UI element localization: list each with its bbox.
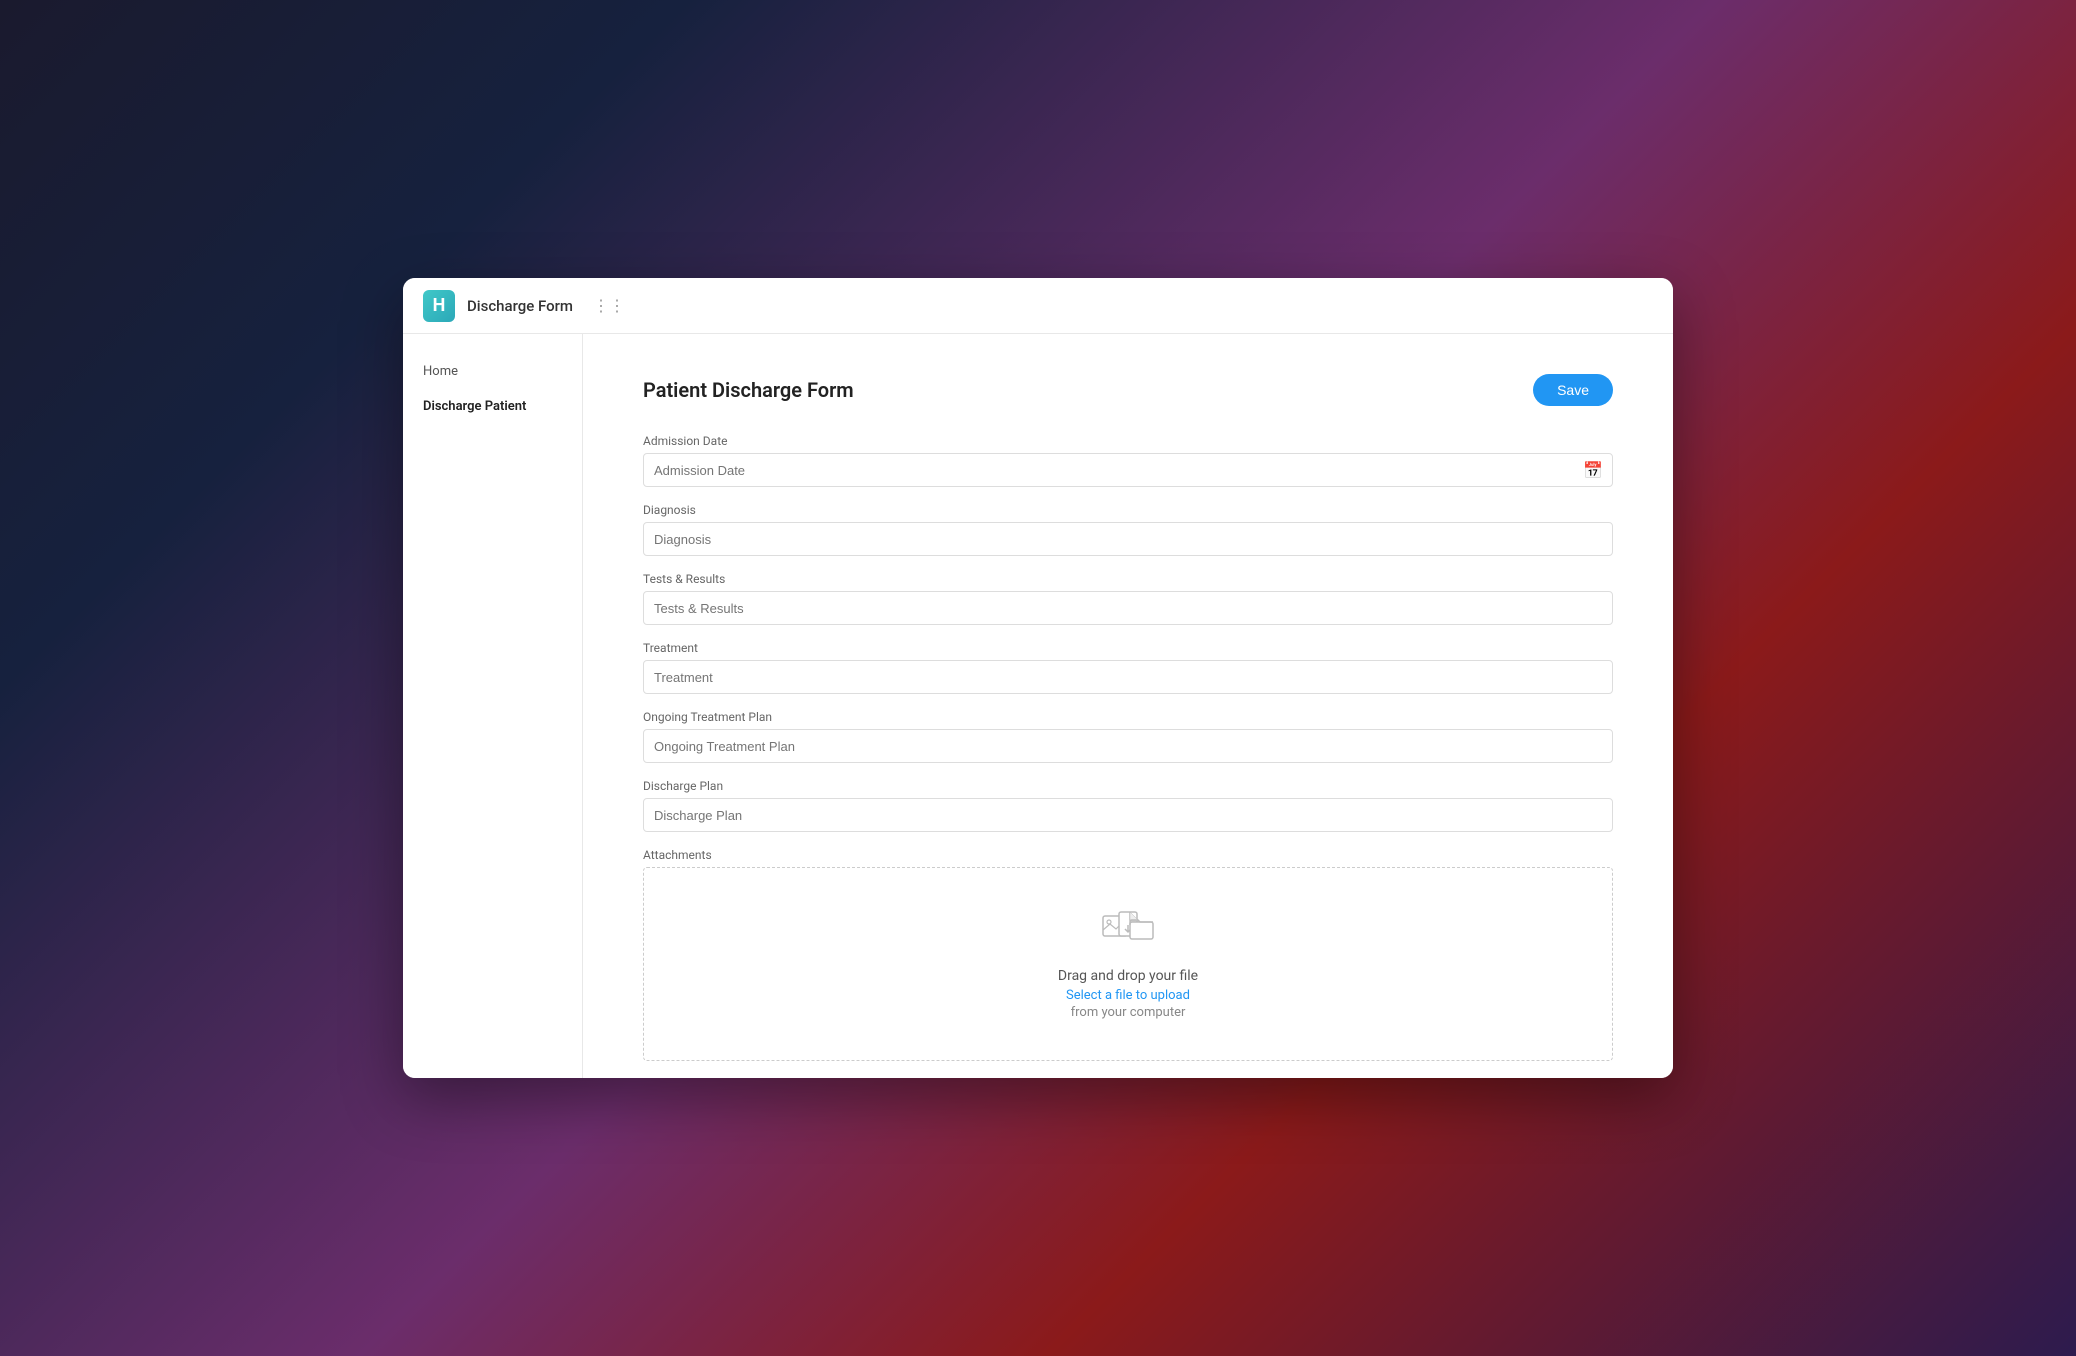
discharge-plan-input[interactable]: [643, 798, 1613, 832]
dropzone-icons: [1102, 908, 1154, 956]
app-window: H Discharge Form ⋮⋮ Home Discharge Patie…: [403, 278, 1673, 1078]
tests-results-input[interactable]: [643, 591, 1613, 625]
ongoing-treatment-label: Ongoing Treatment Plan: [643, 710, 1613, 724]
diagnosis-input[interactable]: [643, 522, 1613, 556]
main-layout: Home Discharge Patient Patient Discharge…: [403, 334, 1673, 1078]
admission-date-label: Admission Date: [643, 434, 1613, 448]
admission-date-input[interactable]: [643, 453, 1613, 487]
app-title: Discharge Form: [467, 297, 573, 315]
calendar-icon[interactable]: 📅: [1583, 461, 1603, 480]
diagnosis-group: Diagnosis: [643, 503, 1613, 556]
treatment-label: Treatment: [643, 641, 1613, 655]
discharge-plan-label: Discharge Plan: [643, 779, 1613, 793]
ongoing-treatment-input[interactable]: [643, 729, 1613, 763]
ongoing-treatment-group: Ongoing Treatment Plan: [643, 710, 1613, 763]
form-title: Patient Discharge Form: [643, 378, 854, 402]
tests-results-label: Tests & Results: [643, 572, 1613, 586]
form-header: Patient Discharge Form Save: [643, 374, 1613, 406]
treatment-input[interactable]: [643, 660, 1613, 694]
admission-date-group: Admission Date 📅: [643, 434, 1613, 487]
attachments-label: Attachments: [643, 848, 1613, 862]
treatment-group: Treatment: [643, 641, 1613, 694]
admission-date-wrapper: 📅: [643, 453, 1613, 487]
discharge-plan-group: Discharge Plan: [643, 779, 1613, 832]
dropzone-sub-text: from your computer: [1071, 1005, 1186, 1020]
sidebar: Home Discharge Patient: [403, 334, 583, 1078]
dropzone-main-text: Drag and drop your file: [1058, 968, 1198, 984]
tests-results-group: Tests & Results: [643, 572, 1613, 625]
content-area: Patient Discharge Form Save Admission Da…: [583, 334, 1673, 1078]
save-button[interactable]: Save: [1533, 374, 1613, 406]
grid-menu-icon[interactable]: ⋮⋮: [593, 296, 625, 315]
logo-icon: H: [423, 290, 455, 322]
diagnosis-label: Diagnosis: [643, 503, 1613, 517]
top-bar: H Discharge Form ⋮⋮: [403, 278, 1673, 334]
attachments-section: Attachments: [643, 848, 1613, 1061]
sidebar-item-home[interactable]: Home: [403, 354, 582, 389]
sidebar-item-discharge-patient[interactable]: Discharge Patient: [403, 389, 582, 424]
select-file-link[interactable]: Select a file to upload: [1066, 988, 1190, 1003]
file-dropzone[interactable]: Drag and drop your file Select a file to…: [643, 867, 1613, 1061]
